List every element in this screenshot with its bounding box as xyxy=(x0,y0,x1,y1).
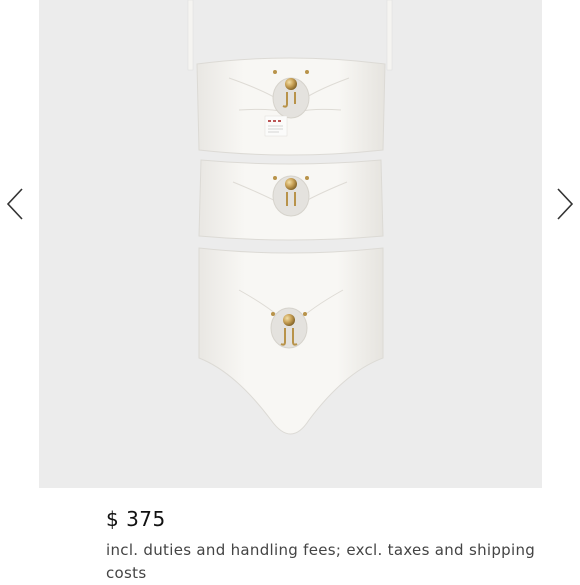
chevron-right-icon xyxy=(557,188,574,220)
price-section: $ 375 incl. duties and handling fees; ex… xyxy=(106,506,566,585)
next-image-button[interactable] xyxy=(550,184,580,224)
previous-image-button[interactable] xyxy=(0,184,30,224)
product-image[interactable] xyxy=(39,0,542,488)
price-note: incl. duties and handling fees; excl. ta… xyxy=(106,541,536,582)
chevron-left-icon xyxy=(6,188,23,220)
product-image-carousel xyxy=(0,0,580,488)
product-price: $ 375 xyxy=(106,507,166,531)
swimsuit-image xyxy=(187,0,393,435)
